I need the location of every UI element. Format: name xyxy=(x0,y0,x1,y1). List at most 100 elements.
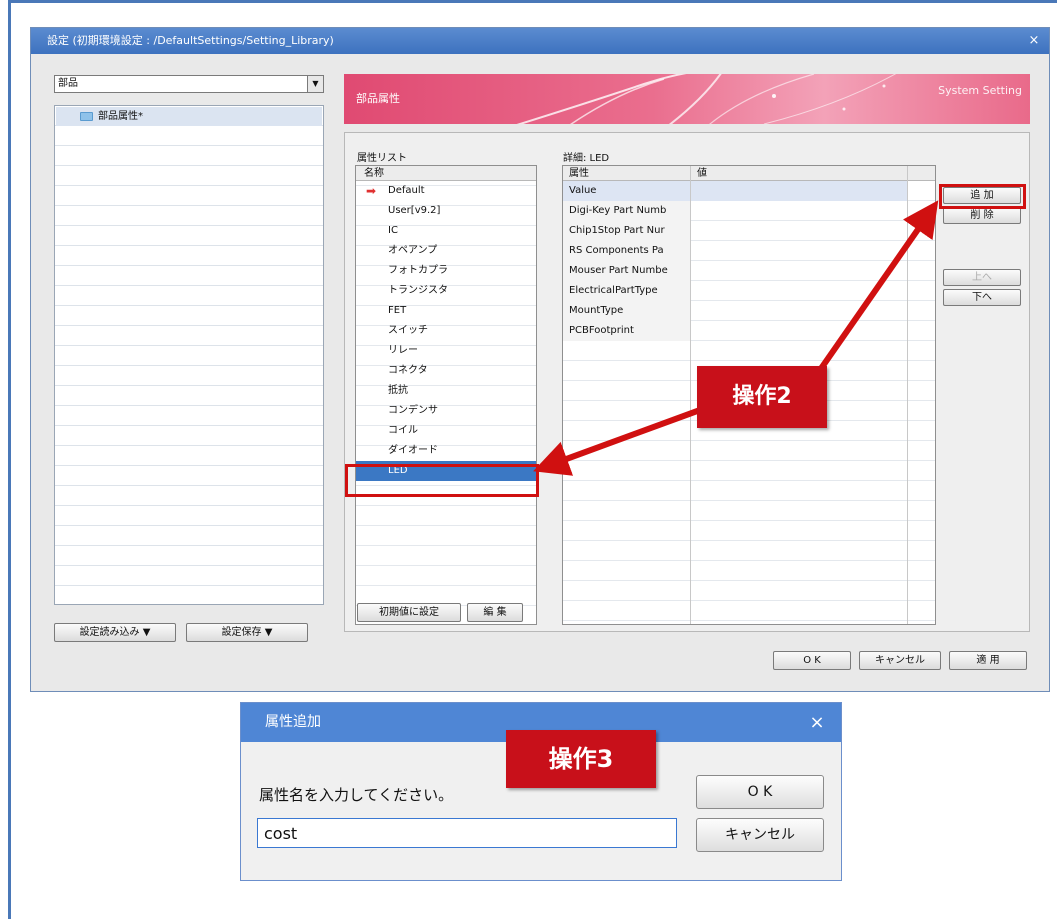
attribute-list-item[interactable]: User[v9.2] xyxy=(356,201,536,221)
detail-row[interactable]: MountType xyxy=(563,301,935,321)
attribute-list-header: 名称 xyxy=(356,166,536,181)
column-header-attribute: 属性 xyxy=(569,168,589,179)
detail-row[interactable]: Digi-Key Part Numb xyxy=(563,201,935,221)
settings-window: 設定 (初期環境設定 : /DefaultSettings/Setting_Li… xyxy=(30,27,1050,692)
detail-row-value[interactable] xyxy=(691,221,907,241)
detail-label: 詳細: LED xyxy=(563,153,610,164)
tree-item-label: 部品属性* xyxy=(98,111,143,122)
reset-default-button[interactable]: 初期値に設定 xyxy=(357,603,461,622)
attribute-list-item[interactable]: フォトカプラ xyxy=(356,261,536,281)
attribute-list-item[interactable]: トランジスタ xyxy=(356,281,536,301)
detail-row-value[interactable] xyxy=(691,261,907,281)
banner-decoration xyxy=(516,74,897,124)
attribute-list-item-label: IC xyxy=(388,225,398,236)
detail-row-value[interactable] xyxy=(691,181,907,201)
dialog-cancel-button[interactable]: キャンセル xyxy=(696,818,824,852)
attribute-list-item-label: リレー xyxy=(388,345,418,356)
column-divider xyxy=(690,166,691,624)
attribute-list-item[interactable]: IC xyxy=(356,221,536,241)
attribute-list-item[interactable]: オペアンプ xyxy=(356,241,536,261)
move-down-button[interactable]: 下へ xyxy=(943,289,1021,306)
highlight-add-button xyxy=(939,184,1026,209)
content-panel: 属性リスト 詳細: LED 名称 ➡ Default User[v9.2] IC オペア… xyxy=(344,132,1030,632)
move-up-button[interactable]: 上へ xyxy=(943,269,1021,286)
detail-row-attribute: RS Components Pa xyxy=(563,241,690,261)
attribute-list-item-label: コンデンサ xyxy=(388,405,438,416)
dialog-ok-button[interactable]: O K xyxy=(696,775,824,809)
attribute-list-item-label: 抵抗 xyxy=(388,385,408,396)
close-icon[interactable]: × xyxy=(1025,28,1043,54)
dialog-prompt: 属性名を入力してください。 xyxy=(259,786,454,804)
attribute-list-item[interactable]: コイル xyxy=(356,421,536,441)
outer-frame-top xyxy=(8,0,1057,3)
attribute-list-item[interactable]: コネクタ xyxy=(356,361,536,381)
ok-button[interactable]: O K xyxy=(773,651,851,670)
attribute-name-input[interactable] xyxy=(257,818,677,848)
detail-row-value[interactable] xyxy=(691,201,907,221)
column-header-value: 値 xyxy=(697,168,707,179)
category-select-value: 部品 xyxy=(58,78,78,89)
attribute-list-item-label: ダイオード xyxy=(388,445,438,456)
detail-row-attribute: PCBFootprint xyxy=(563,321,690,341)
chevron-down-icon[interactable]: ▼ xyxy=(307,76,323,92)
dialog-title: 属性追加 xyxy=(265,714,321,730)
attribute-list-item[interactable]: コンデンサ xyxy=(356,401,536,421)
apply-button[interactable]: 適 用 xyxy=(949,651,1027,670)
section-banner: 部品属性 System Setting xyxy=(344,74,1030,124)
save-settings-button[interactable]: 設定保存 ▼ xyxy=(186,623,308,642)
detail-table-header: 属性 値 xyxy=(563,166,935,181)
detail-row-attribute: MountType xyxy=(563,301,690,321)
attribute-list-label: 属性リスト xyxy=(357,153,407,164)
column-divider xyxy=(907,166,908,624)
detail-row-value[interactable] xyxy=(691,281,907,301)
detail-row-attribute: Value xyxy=(563,181,690,201)
attribute-list-item-label: スイッチ xyxy=(388,325,428,336)
tree-item-part-attributes[interactable]: 部品属性* xyxy=(56,107,322,126)
attribute-list-item[interactable]: スイッチ xyxy=(356,321,536,341)
detail-row-value[interactable] xyxy=(691,241,907,261)
delete-attribute-button[interactable]: 削 除 xyxy=(943,207,1021,224)
add-attribute-dialog: 属性追加 × 属性名を入力してください。 O K キャンセル xyxy=(240,702,842,881)
detail-row[interactable]: Chip1Stop Part Nur xyxy=(563,221,935,241)
arrow-right-icon: ➡ xyxy=(366,184,377,198)
callout-step2: 操作2 xyxy=(697,366,827,428)
attribute-list-item-label: コイル xyxy=(388,425,418,436)
highlight-led-item xyxy=(345,464,539,497)
detail-row-value[interactable] xyxy=(691,301,907,321)
detail-row[interactable]: ElectricalPartType xyxy=(563,281,935,301)
attribute-list-item[interactable]: 抵抗 xyxy=(356,381,536,401)
load-settings-button[interactable]: 設定読み込み ▼ xyxy=(54,623,176,642)
attribute-list-item[interactable]: FET xyxy=(356,301,536,321)
folder-icon xyxy=(80,112,93,121)
detail-row-attribute: Chip1Stop Part Nur xyxy=(563,221,690,241)
banner-title: 部品属性 xyxy=(356,92,400,105)
attribute-list-item[interactable]: ➡ Default xyxy=(356,181,536,201)
callout-step3: 操作3 xyxy=(506,730,656,788)
banner-system-setting: System Setting xyxy=(938,84,1022,97)
attribute-list-item-label: コネクタ xyxy=(388,365,428,376)
attribute-list-item-label: フォトカプラ xyxy=(388,265,448,276)
attribute-list-item-label: Default xyxy=(388,185,425,196)
cancel-button[interactable]: キャンセル xyxy=(859,651,941,670)
detail-row-attribute: Digi-Key Part Numb xyxy=(563,201,690,221)
attribute-list-item-label: User[v9.2] xyxy=(388,205,441,216)
category-select[interactable]: 部品 ▼ xyxy=(54,75,324,93)
window-title-bar: 設定 (初期環境設定 : /DefaultSettings/Setting_Li… xyxy=(31,28,1049,54)
attribute-list-item-label: オペアンプ xyxy=(388,245,438,256)
attribute-list-item[interactable]: ダイオード xyxy=(356,441,536,461)
detail-row-attribute: ElectricalPartType xyxy=(563,281,690,301)
attribute-list-item-label: トランジスタ xyxy=(388,285,448,296)
detail-row-value[interactable] xyxy=(691,321,907,341)
close-icon[interactable]: × xyxy=(807,703,827,742)
window-title: 設定 (初期環境設定 : /DefaultSettings/Setting_Li… xyxy=(47,34,334,47)
detail-row[interactable]: Mouser Part Numbe xyxy=(563,261,935,281)
edit-button[interactable]: 編 集 xyxy=(467,603,523,622)
detail-row[interactable]: PCBFootprint xyxy=(563,321,935,341)
detail-row[interactable]: Value xyxy=(563,181,935,201)
settings-tree: 部品属性* xyxy=(54,105,324,605)
attribute-list-item[interactable]: リレー xyxy=(356,341,536,361)
outer-frame-left xyxy=(8,0,11,919)
attribute-list-item-label: FET xyxy=(388,305,407,316)
detail-row-attribute: Mouser Part Numbe xyxy=(563,261,690,281)
detail-row[interactable]: RS Components Pa xyxy=(563,241,935,261)
